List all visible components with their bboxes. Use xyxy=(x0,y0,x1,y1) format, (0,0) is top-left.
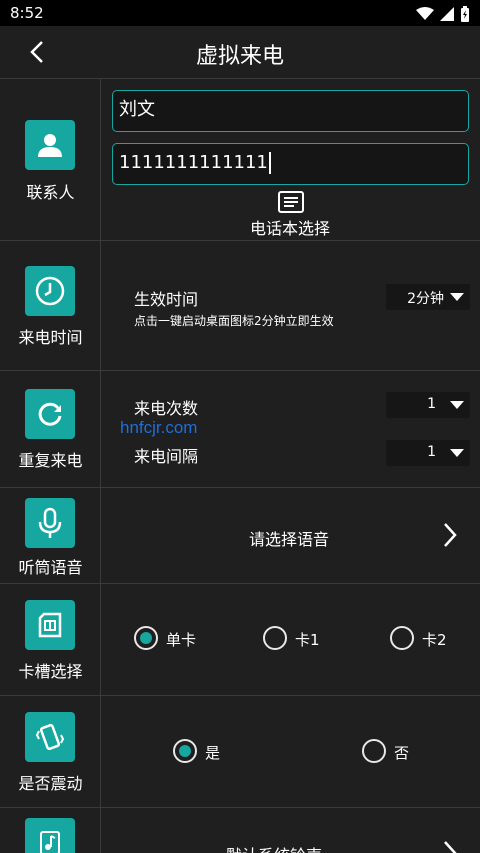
effective-time-heading: 生效时间 xyxy=(134,290,199,309)
sim-1-label: 卡1 xyxy=(295,631,320,649)
voice-left-cell: 听筒语音 xyxy=(0,488,101,583)
microphone-icon xyxy=(25,498,75,548)
sim-single-label: 单卡 xyxy=(166,631,197,649)
contact-row: 联系人 刘文 1111111111111 电话本选择 xyxy=(0,78,480,240)
vibrate-icon xyxy=(25,712,75,762)
contact-name-value: 刘文 xyxy=(119,99,155,120)
contact-name-field[interactable]: 刘文 xyxy=(112,90,469,132)
phonebook-select-link[interactable]: 电话本选择 xyxy=(250,215,330,239)
text-caret xyxy=(268,152,271,174)
contact-icon xyxy=(25,120,75,170)
call-count-label: 来电次数 xyxy=(134,399,199,418)
vibrate-label: 是否震动 xyxy=(18,774,83,793)
status-bar: 8:52 xyxy=(0,0,480,26)
status-icons xyxy=(416,6,470,22)
call-time-label: 来电时间 xyxy=(18,328,83,347)
repeat-icon xyxy=(25,389,75,439)
repeat-left-cell: 重复来电 xyxy=(0,371,101,487)
call-count-value: 1 xyxy=(427,396,436,412)
contact-label: 联系人 xyxy=(26,183,75,202)
vibrate-row: 是否震动 是 否 xyxy=(0,695,480,807)
effective-time-dropdown[interactable]: 2分钟 xyxy=(386,284,470,310)
sim-left-cell: 卡槽选择 xyxy=(0,584,101,695)
call-interval-dropdown[interactable]: 1 xyxy=(386,440,470,466)
music-note-icon xyxy=(25,818,75,853)
call-count-dropdown[interactable]: 1 xyxy=(386,392,470,418)
sim-label: 卡槽选择 xyxy=(18,662,83,681)
sim-single-radio[interactable] xyxy=(134,626,158,650)
sim-row: 卡槽选择 单卡 卡1 卡2 xyxy=(0,583,480,695)
vibrate-yes-label: 是 xyxy=(205,744,221,762)
voice-label: 听筒语音 xyxy=(18,558,83,577)
phonebook-icon[interactable] xyxy=(278,191,304,213)
sim-card-icon xyxy=(25,600,75,650)
call-interval-value: 1 xyxy=(427,444,436,460)
ringtone-row[interactable]: 默认系统铃声 xyxy=(0,807,480,853)
status-time: 8:52 xyxy=(10,4,44,22)
ringtone-left-cell xyxy=(0,808,101,853)
voice-row[interactable]: 听筒语音 请选择语音 xyxy=(0,487,480,583)
effective-time-hint: 点击一键启动桌面图标2分钟立即生效 xyxy=(134,314,334,328)
chevron-right-icon xyxy=(444,841,457,853)
effective-time-value: 2分钟 xyxy=(407,291,444,307)
ringtone-prompt: 默认系统铃声 xyxy=(226,842,322,853)
call-time-left-cell: 来电时间 xyxy=(0,241,101,370)
repeat-row: 重复来电 来电次数 1 来电间隔 1 xyxy=(0,370,480,487)
dropdown-arrow-icon xyxy=(450,449,464,457)
title-bar: 虚拟来电 xyxy=(0,26,480,78)
vibrate-no-radio[interactable] xyxy=(362,739,386,763)
page-title: 虚拟来电 xyxy=(195,44,284,69)
dropdown-arrow-icon xyxy=(450,293,464,301)
contact-left-cell: 联系人 xyxy=(0,79,101,240)
signal-icon xyxy=(440,7,454,21)
battery-icon xyxy=(461,6,469,22)
vibrate-left-cell: 是否震动 xyxy=(0,696,101,807)
contact-number-value: 1111111111111 xyxy=(119,152,268,173)
repeat-label: 重复来电 xyxy=(18,451,83,470)
dropdown-arrow-icon xyxy=(450,401,464,409)
chevron-right-icon xyxy=(444,523,457,547)
call-time-row: 来电时间 生效时间 点击一键启动桌面图标2分钟立即生效 2分钟 xyxy=(0,240,480,370)
vibrate-yes-radio[interactable] xyxy=(173,739,197,763)
sim-2-radio[interactable] xyxy=(390,626,414,650)
call-interval-label: 来电间隔 xyxy=(134,447,199,466)
vibrate-no-label: 否 xyxy=(394,744,410,762)
contact-number-field[interactable]: 1111111111111 xyxy=(112,143,469,185)
wifi-icon xyxy=(416,7,434,20)
clock-icon xyxy=(25,266,75,316)
voice-select-prompt: 请选择语音 xyxy=(249,530,330,549)
sim-1-radio[interactable] xyxy=(263,626,287,650)
sim-2-label: 卡2 xyxy=(422,631,447,649)
watermark-text: hnfcjr.com xyxy=(120,418,198,437)
